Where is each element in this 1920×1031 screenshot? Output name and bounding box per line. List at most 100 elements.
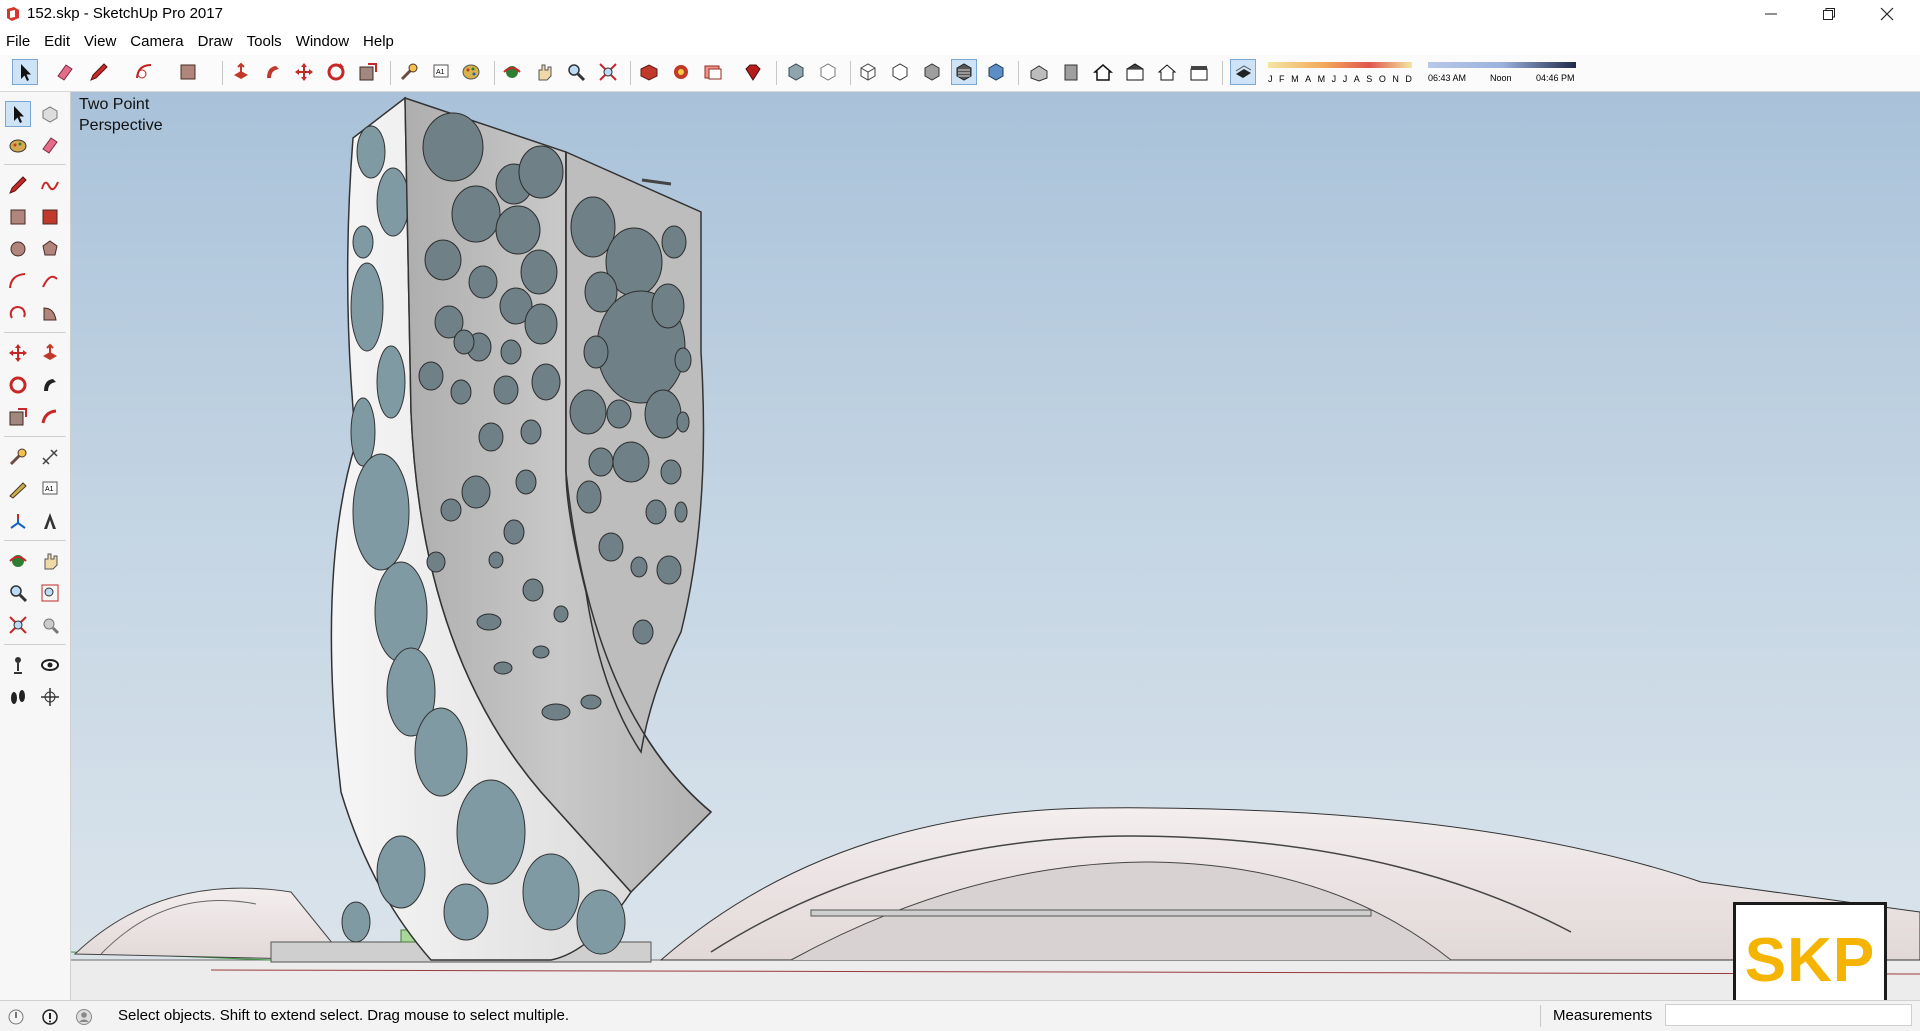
menu-bar: File Edit View Camera Draw Tools Window … [0, 30, 1920, 52]
right-view-button[interactable] [1122, 59, 1148, 85]
line-tool[interactable] [5, 172, 31, 198]
look-around-tool[interactable] [37, 652, 63, 678]
shaded-button[interactable] [919, 59, 945, 85]
axes-tool[interactable] [5, 508, 31, 534]
section-plane-tool[interactable] [37, 684, 63, 710]
shaded-textures-button[interactable] [951, 59, 977, 85]
protractor-tool[interactable] [5, 476, 31, 502]
shadow-time-slider[interactable] [1428, 62, 1576, 68]
ruby-console-button[interactable] [740, 59, 766, 85]
top-view-button[interactable] [1058, 59, 1084, 85]
wireframe-button[interactable] [855, 59, 881, 85]
text-tool[interactable]: A1 [37, 476, 63, 502]
model-viewport[interactable]: Two Point Perspective SKP [71, 92, 1920, 1000]
offset-tool[interactable] [37, 404, 63, 430]
dimension-tool[interactable] [37, 444, 63, 470]
eraser-tool-button[interactable] [52, 59, 78, 85]
walk-tool[interactable] [5, 684, 31, 710]
orbit-button[interactable] [499, 59, 525, 85]
arc-tool-button[interactable] [132, 59, 158, 85]
zoom-button[interactable] [563, 59, 589, 85]
menu-tools[interactable]: Tools [241, 30, 290, 52]
measurements-input[interactable] [1665, 1004, 1912, 1026]
pie-tool[interactable] [37, 300, 63, 326]
front-view-button[interactable] [1090, 59, 1116, 85]
push-pull-tool[interactable] [37, 340, 63, 366]
zoom-extents-tool[interactable] [5, 612, 31, 638]
close-button[interactable] [1858, 0, 1916, 28]
rotate-tool-button[interactable] [323, 59, 349, 85]
warehouse-button[interactable] [636, 59, 662, 85]
menu-help[interactable]: Help [357, 30, 402, 52]
credits-icon[interactable] [41, 1008, 59, 1026]
restore-button[interactable] [1800, 0, 1858, 28]
previous-view-tool[interactable] [37, 612, 63, 638]
extension-warehouse-button[interactable] [668, 59, 694, 85]
select-tool-button[interactable] [12, 59, 38, 85]
window-title: 152.skp - SketchUp Pro 2017 [27, 5, 223, 22]
menu-file[interactable]: File [0, 30, 38, 52]
move-tool-button[interactable] [291, 59, 317, 85]
arc-tool[interactable] [5, 268, 31, 294]
menu-camera[interactable]: Camera [124, 30, 191, 52]
user-account-icon[interactable] [75, 1008, 93, 1026]
svg-text:A1: A1 [45, 486, 54, 493]
3d-text-tool[interactable] [37, 508, 63, 534]
select-tool[interactable] [5, 101, 31, 127]
menu-view[interactable]: View [78, 30, 124, 52]
paint-tool-button[interactable] [458, 59, 484, 85]
menu-window[interactable]: Window [290, 30, 357, 52]
eraser-tool[interactable] [37, 132, 63, 158]
freehand-tool[interactable] [37, 172, 63, 198]
extension-warehouse-icon [674, 65, 688, 79]
three-point-arc-tool[interactable] [37, 268, 63, 294]
menu-edit[interactable]: Edit [38, 30, 78, 52]
polygon-tool[interactable] [37, 236, 63, 262]
shadow-month-slider[interactable]: J F M A M J J A S O N D [1268, 58, 1412, 88]
rectangle-tool[interactable] [5, 204, 31, 230]
move-tool[interactable] [5, 340, 31, 366]
push-pull-button[interactable] [228, 59, 254, 85]
zoom-window-tool[interactable] [37, 580, 63, 606]
shadows-toggle-button[interactable] [1230, 59, 1256, 85]
paint-bucket-tool[interactable] [5, 132, 31, 158]
hidden-line-button[interactable] [887, 59, 913, 85]
scale-tool[interactable] [5, 404, 31, 430]
shaded-icon [924, 63, 940, 81]
geo-location-icon[interactable] [7, 1008, 25, 1026]
rectangle-tool-button[interactable] [176, 59, 202, 85]
layout-button[interactable] [700, 59, 726, 85]
arc-center-tool[interactable] [5, 300, 31, 326]
zoom-window-icon [41, 584, 59, 602]
back-view-button[interactable] [1154, 59, 1180, 85]
tape-measure-tool[interactable] [5, 444, 31, 470]
text-tool-button[interactable]: A1 [428, 59, 454, 85]
pencil-tool-button[interactable] [86, 59, 112, 85]
status-divider [1540, 1005, 1541, 1027]
scale-tool-button[interactable] [355, 59, 381, 85]
back-edges-button[interactable] [815, 59, 841, 85]
time-start-label: 06:43 AM [1428, 73, 1467, 83]
follow-me-tool[interactable] [37, 372, 63, 398]
pan-tool[interactable] [37, 548, 63, 574]
iso-view-button[interactable] [1026, 59, 1052, 85]
menu-draw[interactable]: Draw [192, 30, 241, 52]
position-camera-tool[interactable] [5, 652, 31, 678]
rotated-rectangle-tool[interactable] [37, 204, 63, 230]
minimize-button[interactable] [1742, 0, 1800, 28]
zoom-extents-button[interactable] [595, 59, 621, 85]
xray-style-button[interactable] [783, 59, 809, 85]
follow-me-button[interactable] [260, 59, 286, 85]
zoom-tool[interactable] [5, 580, 31, 606]
circle-tool[interactable] [5, 236, 31, 262]
orbit-tool[interactable] [5, 548, 31, 574]
measurements-label: Measurements [1553, 1007, 1653, 1024]
time-end-label: 04:46 PM [1536, 73, 1575, 83]
tape-measure-button[interactable] [396, 59, 422, 85]
pan-button[interactable] [531, 59, 557, 85]
rotate-tool[interactable] [5, 372, 31, 398]
skp-badge: SKP [1733, 902, 1887, 1000]
left-view-button[interactable] [1186, 59, 1212, 85]
monochrome-button[interactable] [983, 59, 1009, 85]
component-tool[interactable] [37, 101, 63, 127]
